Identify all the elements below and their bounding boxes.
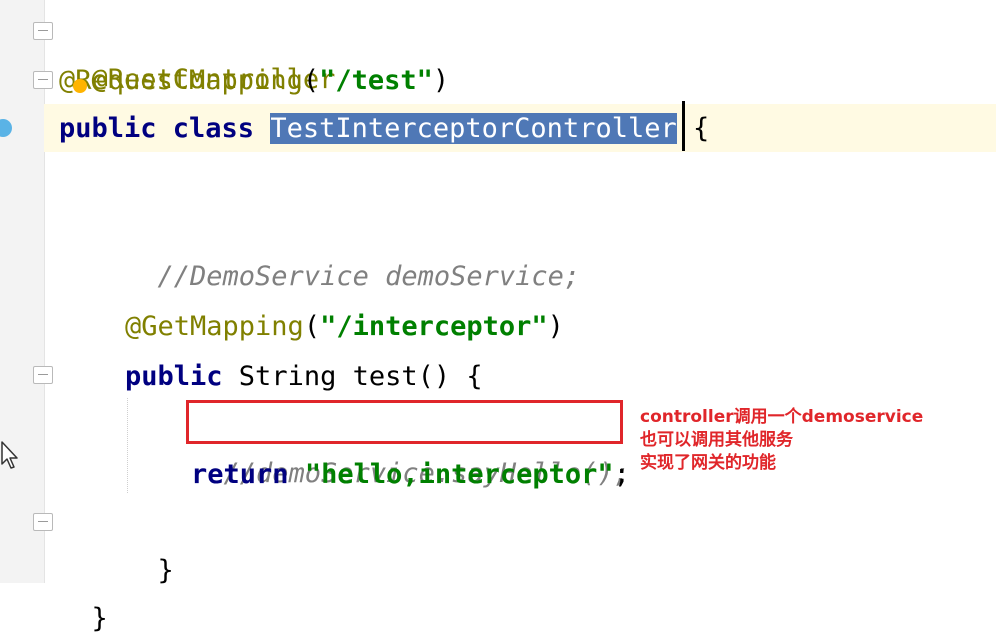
- indent-guide: [127, 398, 129, 493]
- fold-marker[interactable]: [33, 22, 53, 40]
- note-line: controller调用一个demoservice: [640, 407, 924, 427]
- keyword: public: [125, 361, 223, 392]
- closing-brace: }: [91, 603, 108, 634]
- annotation: @RequestMapping: [59, 65, 303, 96]
- method-signature: String test() {: [222, 361, 483, 392]
- mouse-pointer-icon: [1, 441, 18, 469]
- paren: ): [547, 311, 564, 342]
- fold-marker[interactable]: [33, 366, 53, 384]
- fold-marker[interactable]: [33, 71, 53, 89]
- paren: ): [432, 65, 450, 96]
- annotation: @GetMapping: [125, 311, 304, 342]
- paren: (: [303, 311, 321, 342]
- string-literal: "/interceptor": [320, 311, 548, 342]
- closing-brace: }: [157, 555, 174, 586]
- semicolon: ;: [613, 459, 630, 490]
- comment: //DemoService demoService;: [157, 261, 581, 292]
- code-line[interactable]: return "hello,interceptor";: [191, 451, 630, 499]
- note-line: 也可以调用其他服务: [640, 430, 793, 450]
- paren: (: [302, 65, 320, 96]
- string-literal: "hello,interceptor": [304, 459, 614, 490]
- lightbulb-icon[interactable]: [73, 79, 87, 93]
- string-literal: "/test": [319, 65, 433, 96]
- fold-marker[interactable]: [33, 513, 53, 531]
- annotation-note: controller调用一个demoservice 也可以调用其他服务 实现了网…: [640, 406, 923, 475]
- code-line[interactable]: public class TestInterceptorController {: [59, 105, 709, 153]
- code-line[interactable]: //DemoService demoService;: [125, 205, 581, 292]
- class-name-selected[interactable]: TestInterceptorController: [270, 113, 677, 144]
- code-line[interactable]: @GetMapping("/interceptor"): [125, 303, 564, 351]
- code-line[interactable]: @RequestMapping("/test"): [59, 57, 449, 105]
- keyword: public class: [59, 113, 255, 144]
- keyword: return: [191, 459, 289, 490]
- code-line[interactable]: }: [125, 499, 174, 586]
- text-caret: [682, 101, 685, 151]
- highlight-box: [186, 400, 623, 444]
- code-line[interactable]: public String test() {: [125, 353, 483, 401]
- note-line: 实现了网关的功能: [640, 453, 776, 473]
- code-line[interactable]: }: [59, 547, 108, 634]
- code-line[interactable]: @RestController: [59, 8, 336, 95]
